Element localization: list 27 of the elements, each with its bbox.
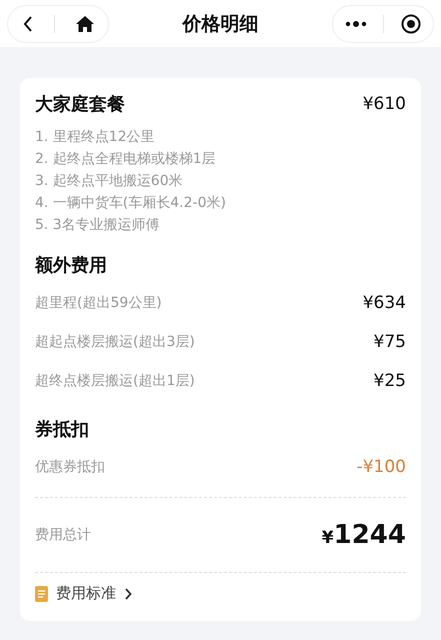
section-title: 额外费用 xyxy=(35,254,108,277)
package-item: 1. 里程终点12公里 xyxy=(35,128,156,147)
chevron-icon xyxy=(124,588,132,600)
fee-amount: ¥25 xyxy=(374,370,406,390)
package-item: 2. 起终点全程电梯或楼梯1层 xyxy=(35,150,217,169)
fee-amount: ¥75 xyxy=(374,332,406,352)
fee-label: 超起点楼层搬运(超出3层) xyxy=(35,332,195,350)
package-item: 5. 3名专业搬运师傅 xyxy=(35,216,161,235)
page-title: 价格明细 xyxy=(182,12,258,36)
document-icon xyxy=(35,586,48,602)
total-amount: ¥1244 xyxy=(322,520,406,550)
package-item: 3. 起终点平地搬运60米 xyxy=(35,172,184,191)
fee-label: 超里程(超出59公里) xyxy=(35,294,162,312)
more-icon xyxy=(345,20,368,26)
fee-label: 优惠券抵扣 xyxy=(35,458,105,476)
section-title: 券抵扣 xyxy=(35,418,90,441)
fee-label: 超终点楼层搬运(超出1层) xyxy=(35,372,195,390)
home-icon xyxy=(76,16,94,32)
back-icon xyxy=(22,14,34,32)
fee-amount: -¥100 xyxy=(356,456,406,476)
fee-amount: ¥634 xyxy=(362,292,406,312)
target-icon xyxy=(400,14,421,34)
package-item: 4. 一辆中货车(车厢长4.2-0米) xyxy=(35,194,227,213)
fee-standard-link[interactable]: 费用标准 xyxy=(35,584,406,603)
package-price: ¥610 xyxy=(362,94,406,114)
total-label: 费用总计 xyxy=(35,526,91,544)
package-name: 大家庭套餐 xyxy=(35,93,125,116)
